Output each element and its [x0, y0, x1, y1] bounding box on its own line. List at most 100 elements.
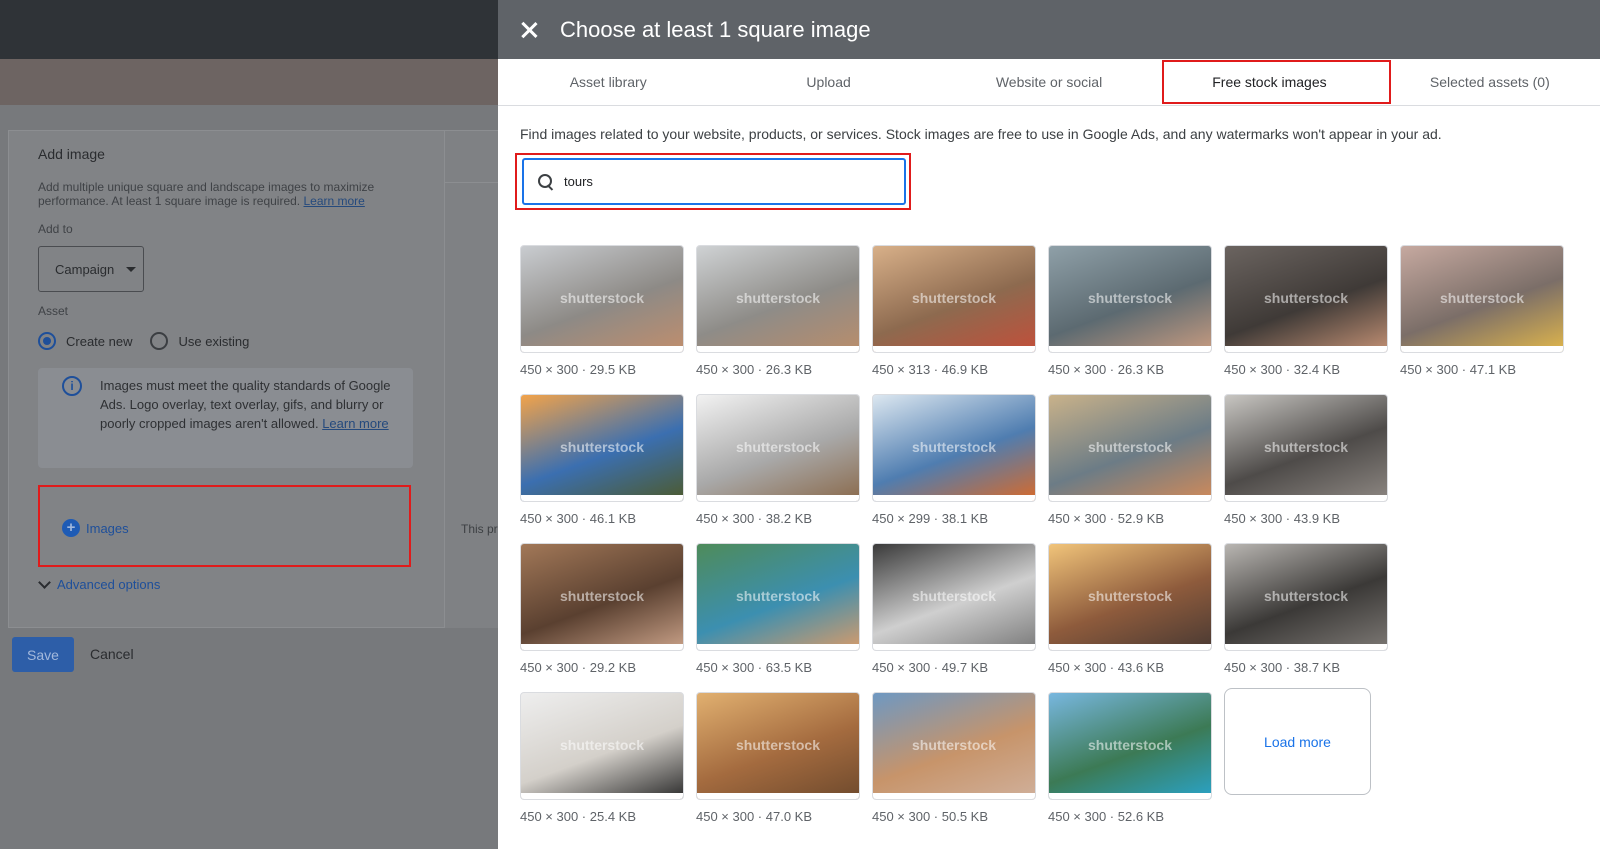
- watermark-text: shutterstock: [1087, 290, 1173, 306]
- tab-website-or-social[interactable]: Website or social: [939, 59, 1159, 105]
- stock-image-tile[interactable]: shutterstock 450 × 300 · 32.4 KB: [1224, 245, 1388, 377]
- dialog-title: Choose at least 1 square image: [560, 16, 871, 42]
- card-title: Add image: [38, 146, 105, 162]
- stock-image-thumbnail[interactable]: shutterstock: [872, 692, 1036, 800]
- watermark-text: shutterstock: [1087, 737, 1173, 753]
- image-size-caption: 450 × 300 · 25.4 KB: [520, 809, 637, 824]
- search-field[interactable]: [522, 158, 906, 205]
- credit-stripe: [521, 644, 683, 650]
- credit-stripe: [873, 495, 1035, 501]
- credit-stripe: [697, 793, 859, 799]
- stock-image-tile[interactable]: shutterstock 450 × 300 · 47.0 KB: [696, 692, 860, 824]
- stock-image-tile[interactable]: shutterstock 450 × 300 · 43.9 KB: [1224, 394, 1388, 526]
- watermark-text: shutterstock: [735, 588, 821, 604]
- stock-image-thumbnail[interactable]: shutterstock: [696, 692, 860, 800]
- asset-label: Asset: [38, 304, 69, 318]
- stock-image-thumbnail[interactable]: shutterstock: [696, 394, 860, 502]
- background-banner: [0, 59, 498, 105]
- stock-image-tile[interactable]: shutterstock 450 × 300 · 50.5 KB: [872, 692, 1036, 824]
- image-size-caption: 450 × 300 · 52.6 KB: [1048, 809, 1165, 824]
- tab-asset-library[interactable]: Asset library: [498, 59, 718, 105]
- image-size-caption: 450 × 300 · 50.5 KB: [872, 809, 989, 824]
- stock-image-tile[interactable]: shutterstock 450 × 300 · 43.6 KB: [1048, 543, 1212, 675]
- stock-image-thumbnail[interactable]: shutterstock: [1400, 245, 1564, 353]
- stock-image-tile[interactable]: shutterstock 450 × 313 · 46.9 KB: [872, 245, 1036, 377]
- watermark-text: shutterstock: [1439, 290, 1525, 306]
- stock-image-tile[interactable]: shutterstock 450 × 299 · 38.1 KB: [872, 394, 1036, 526]
- stock-image-tile[interactable]: shutterstock 450 × 300 · 63.5 KB: [696, 543, 860, 675]
- stock-image-thumbnail[interactable]: shutterstock: [1048, 394, 1212, 502]
- stock-image-thumbnail[interactable]: shutterstock: [872, 543, 1036, 651]
- load-more-button[interactable]: Load more: [1224, 688, 1371, 795]
- stock-image-tile[interactable]: shutterstock 450 × 300 · 38.7 KB: [1224, 543, 1388, 675]
- stock-image-thumbnail[interactable]: shutterstock: [872, 394, 1036, 502]
- watermark-text: shutterstock: [735, 439, 821, 455]
- add-to-value: Campaign: [55, 261, 115, 277]
- stock-image-tile[interactable]: shutterstock 450 × 300 · 46.1 KB: [520, 394, 684, 526]
- use-existing-label: Use existing: [178, 333, 250, 349]
- watermark-text: shutterstock: [1263, 290, 1349, 306]
- watermark-text: shutterstock: [1263, 439, 1349, 455]
- add-images-button[interactable]: + Images: [62, 519, 129, 537]
- stock-image-thumbnail[interactable]: shutterstock: [1224, 543, 1388, 651]
- cancel-button[interactable]: Cancel: [90, 646, 134, 662]
- create-new-radio[interactable]: [38, 332, 56, 350]
- stock-image-thumbnail[interactable]: shutterstock: [872, 245, 1036, 353]
- credit-stripe: [1049, 495, 1211, 501]
- tab-upload[interactable]: Upload: [718, 59, 938, 105]
- credit-stripe: [1049, 793, 1211, 799]
- info-learn-more-link[interactable]: Learn more: [322, 416, 388, 431]
- stock-image-thumbnail[interactable]: shutterstock: [696, 245, 860, 353]
- image-size-caption: 450 × 300 · 29.2 KB: [520, 660, 637, 675]
- stock-image-thumbnail[interactable]: shutterstock: [520, 394, 684, 502]
- stock-image-thumbnail[interactable]: shutterstock: [520, 692, 684, 800]
- tab-bar: Asset library Upload Website or social F…: [498, 59, 1600, 106]
- watermark-text: shutterstock: [559, 737, 645, 753]
- image-size-caption: 450 × 300 · 32.4 KB: [1224, 362, 1341, 377]
- plus-icon: +: [62, 519, 80, 537]
- stock-image-thumbnail[interactable]: shutterstock: [1224, 394, 1388, 502]
- watermark-text: shutterstock: [1263, 588, 1349, 604]
- stock-image-tile[interactable]: shutterstock 450 × 300 · 52.6 KB: [1048, 692, 1212, 824]
- stock-image-tile[interactable]: shutterstock 450 × 300 · 25.4 KB: [520, 692, 684, 824]
- image-size-caption: 450 × 300 · 52.9 KB: [1048, 511, 1165, 526]
- watermark-text: shutterstock: [559, 290, 645, 306]
- add-to-dropdown[interactable]: Campaign: [38, 246, 144, 292]
- stock-image-thumbnail[interactable]: shutterstock: [1048, 543, 1212, 651]
- search-input[interactable]: [564, 174, 884, 189]
- info-banner: i Images must meet the quality standards…: [38, 368, 413, 468]
- stock-image-thumbnail[interactable]: shutterstock: [1224, 245, 1388, 353]
- preview-panel: [445, 130, 498, 628]
- stock-image-thumbnail[interactable]: shutterstock: [1048, 245, 1212, 353]
- close-icon[interactable]: [520, 21, 538, 39]
- image-size-caption: 450 × 300 · 38.2 KB: [696, 511, 813, 526]
- stock-image-tile[interactable]: shutterstock 450 × 300 · 29.5 KB: [520, 245, 684, 377]
- stock-image-thumbnail[interactable]: shutterstock: [520, 543, 684, 651]
- stock-image-tile[interactable]: shutterstock 450 × 300 · 52.9 KB: [1048, 394, 1212, 526]
- credit-stripe: [521, 793, 683, 799]
- create-new-label: Create new: [66, 333, 133, 349]
- tab-selected-assets[interactable]: Selected assets (0): [1380, 59, 1600, 105]
- stock-image-thumbnail[interactable]: shutterstock: [520, 245, 684, 353]
- stock-image-tile[interactable]: shutterstock 450 × 300 · 29.2 KB: [520, 543, 684, 675]
- credit-stripe: [873, 793, 1035, 799]
- image-size-caption: 450 × 300 · 49.7 KB: [872, 660, 989, 675]
- save-button[interactable]: Save: [12, 637, 74, 672]
- stock-image-tile[interactable]: shutterstock 450 × 300 · 26.3 KB: [1048, 245, 1212, 377]
- advanced-options-toggle[interactable]: Advanced options: [38, 576, 160, 592]
- watermark-text: shutterstock: [911, 439, 997, 455]
- use-existing-radio[interactable]: [150, 332, 169, 350]
- add-images-label: Images: [86, 520, 129, 536]
- stock-image-tile[interactable]: shutterstock 450 × 300 · 26.3 KB: [696, 245, 860, 377]
- image-size-caption: 450 × 313 · 46.9 KB: [872, 362, 989, 377]
- watermark-text: shutterstock: [735, 737, 821, 753]
- asset-radio-group: Create new Use existing: [38, 332, 249, 350]
- stock-image-tile[interactable]: shutterstock 450 × 300 · 38.2 KB: [696, 394, 860, 526]
- stock-image-tile[interactable]: shutterstock 450 × 300 · 47.1 KB: [1400, 245, 1564, 377]
- learn-more-link[interactable]: Learn more: [303, 194, 364, 208]
- stock-image-thumbnail[interactable]: shutterstock: [696, 543, 860, 651]
- tab-free-stock-images[interactable]: Free stock images: [1159, 59, 1379, 105]
- credit-stripe: [1225, 346, 1387, 352]
- stock-image-tile[interactable]: shutterstock 450 × 300 · 49.7 KB: [872, 543, 1036, 675]
- stock-image-thumbnail[interactable]: shutterstock: [1048, 692, 1212, 800]
